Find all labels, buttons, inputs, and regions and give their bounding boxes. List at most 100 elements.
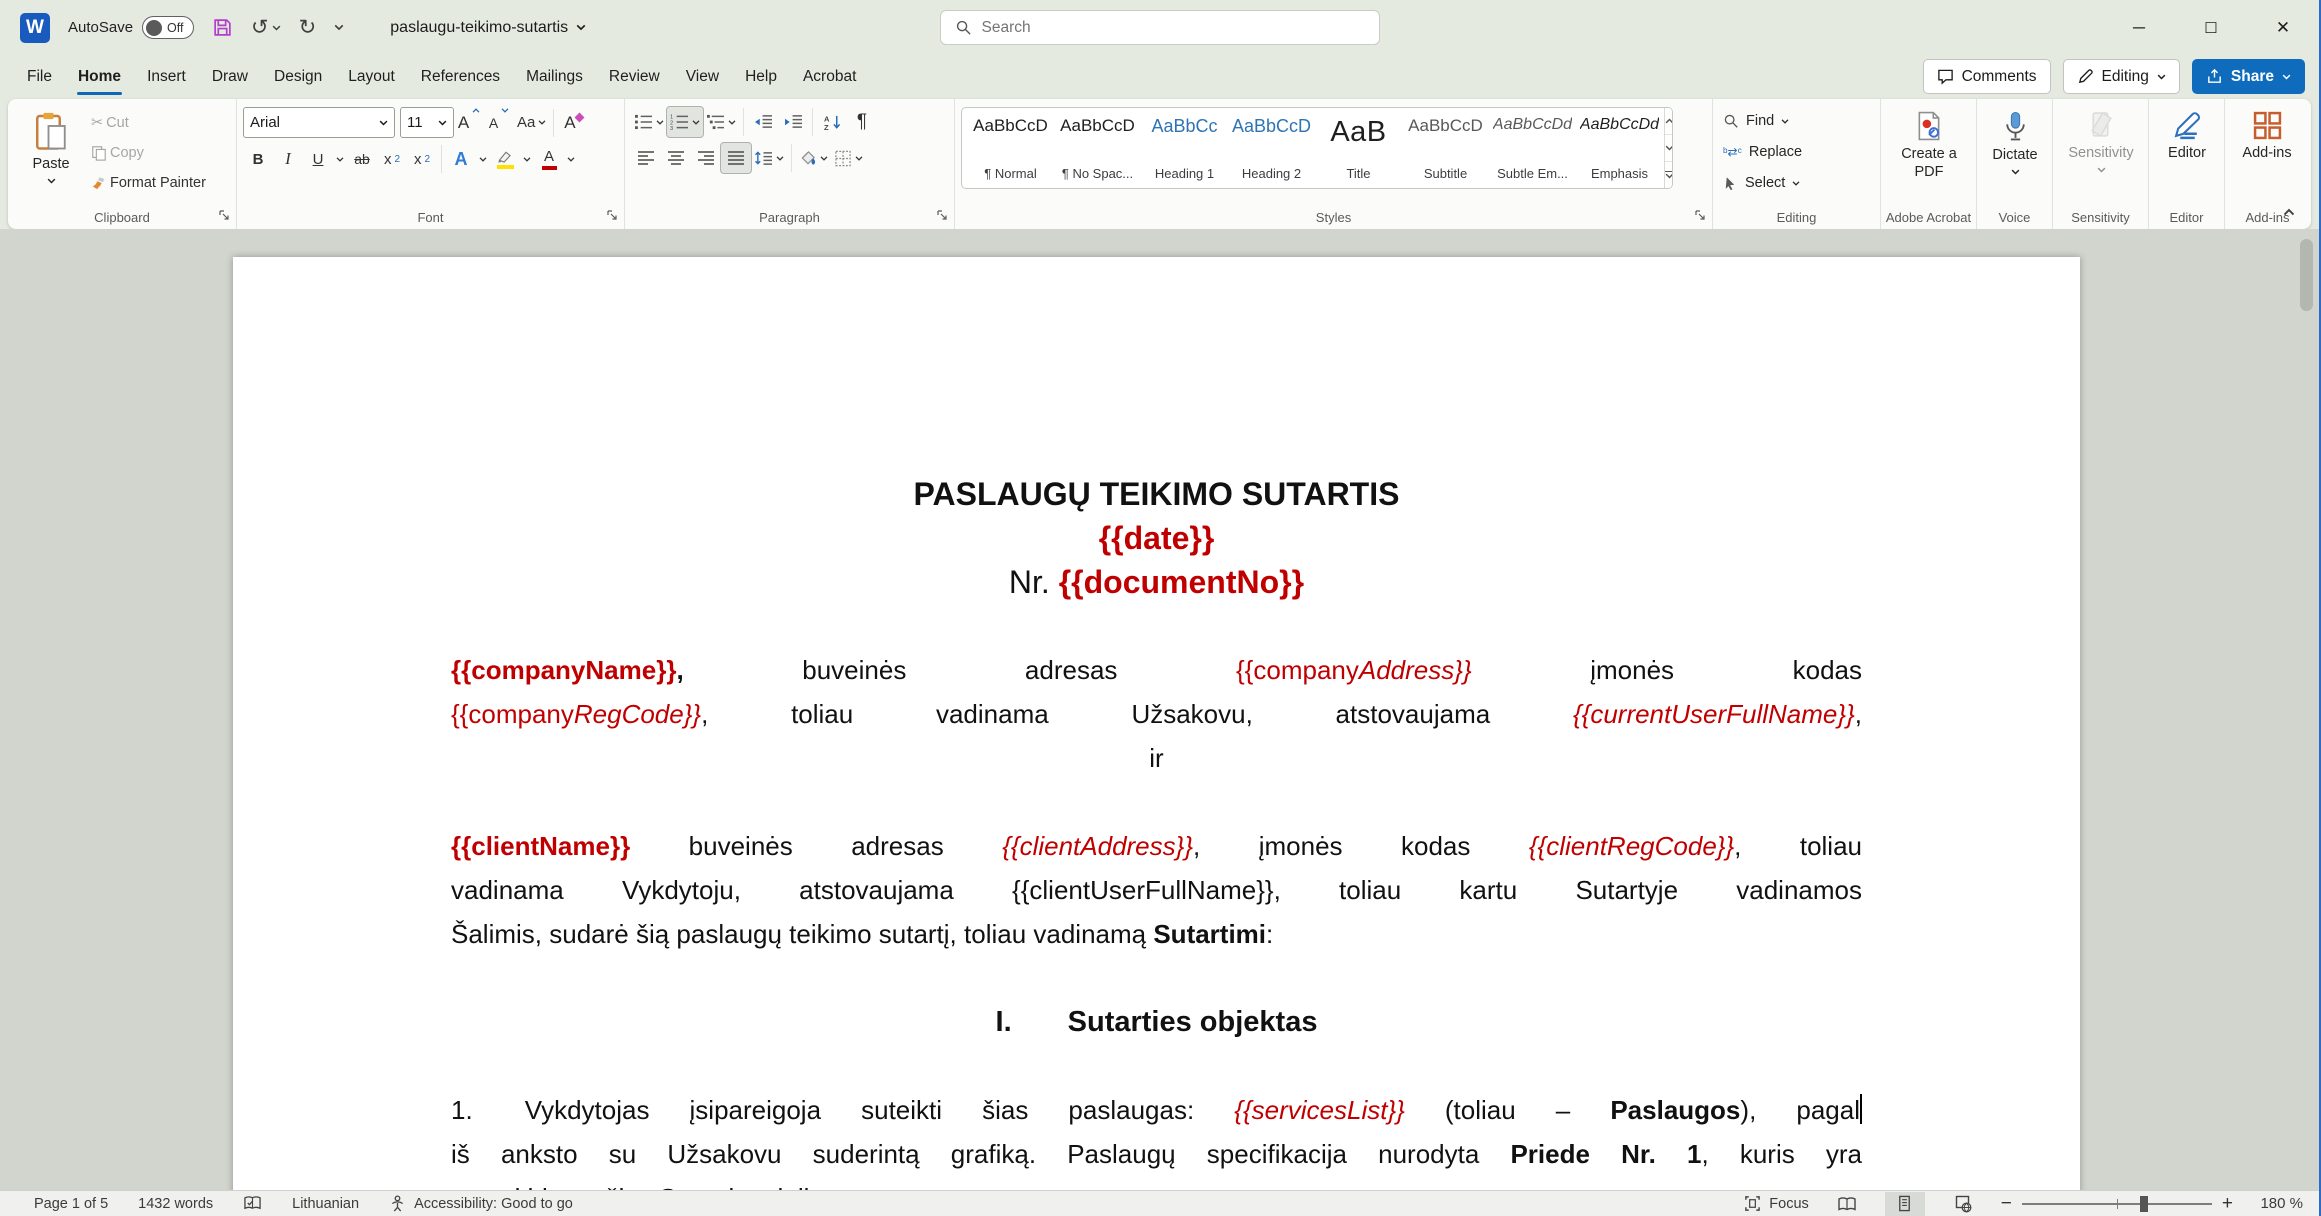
tab-help[interactable]: Help [732, 55, 790, 99]
zoom-level[interactable]: 180 % [2251, 1195, 2303, 1212]
clear-formatting-button[interactable]: A [558, 108, 588, 138]
style-no-spac[interactable]: AaBbCcD¶ No Spac... [1055, 114, 1140, 184]
style-normal[interactable]: AaBbCcD¶ Normal [968, 114, 1053, 184]
grow-font-button[interactable]: A [454, 108, 484, 138]
search-bar[interactable] [940, 10, 1380, 45]
bullets-button[interactable] [631, 107, 667, 137]
web-layout-button[interactable] [1943, 1192, 1983, 1216]
tab-acrobat[interactable]: Acrobat [790, 55, 869, 99]
increase-indent-button[interactable] [778, 107, 808, 137]
share-button[interactable]: Share [2192, 59, 2305, 94]
italic-button[interactable]: I [273, 144, 303, 174]
comments-button[interactable]: Comments [1923, 59, 2051, 94]
highlight-button[interactable] [490, 144, 520, 174]
dictate-button[interactable]: Dictate [1983, 107, 2047, 203]
text-effects-options-button[interactable] [476, 144, 490, 174]
copy-button[interactable]: Copy [88, 139, 147, 167]
sort-button[interactable] [817, 107, 847, 137]
tab-review[interactable]: Review [596, 55, 673, 99]
numbering-button[interactable] [667, 107, 703, 137]
vertical-scrollbar[interactable] [2300, 239, 2313, 311]
zoom-in-button[interactable]: + [2222, 1194, 2233, 1213]
underline-button[interactable]: U [303, 144, 333, 174]
collapse-ribbon-button[interactable] [2283, 203, 2295, 221]
font-name-combobox[interactable]: Arial [243, 107, 395, 138]
zoom-slider[interactable] [2022, 1203, 2212, 1205]
show-hide-marks-button[interactable]: ¶ [847, 107, 877, 137]
tab-mailings[interactable]: Mailings [513, 55, 596, 99]
autosave-control[interactable]: AutoSave Off [68, 16, 194, 39]
page-number-indicator[interactable]: Page 1 of 5 [34, 1196, 108, 1212]
spell-check-indicator[interactable] [243, 1195, 262, 1212]
editing-mode-button[interactable]: Editing [2063, 59, 2180, 94]
create-pdf-button[interactable]: Create a PDF [1887, 107, 1971, 203]
word-app-icon[interactable]: W [20, 13, 50, 43]
align-left-button[interactable] [631, 143, 661, 173]
clipboard-dialog-launcher[interactable] [218, 206, 230, 224]
minimize-button[interactable]: ─ [2103, 0, 2175, 55]
tab-home[interactable]: Home [65, 55, 134, 99]
search-input[interactable] [982, 19, 1322, 37]
undo-button[interactable]: ↺ [251, 17, 281, 38]
font-size-combobox[interactable]: 11 [400, 107, 454, 138]
shrink-font-button[interactable]: A [484, 108, 514, 138]
line-spacing-button[interactable] [751, 143, 787, 173]
borders-button[interactable] [831, 143, 866, 173]
justify-button[interactable] [721, 143, 751, 173]
zoom-slider-thumb[interactable] [2140, 1196, 2148, 1212]
format-painter-button[interactable]: Format Painter [88, 169, 209, 197]
underline-options-button[interactable] [333, 144, 347, 174]
shading-button[interactable] [796, 143, 831, 173]
tab-file[interactable]: File [14, 55, 65, 99]
select-button[interactable]: Select [1723, 169, 1874, 197]
sensitivity-button[interactable]: Sensitivity [2059, 107, 2143, 203]
find-button[interactable]: Find [1723, 107, 1874, 135]
tab-design[interactable]: Design [261, 55, 335, 99]
zoom-out-button[interactable]: − [2001, 1194, 2012, 1213]
tab-draw[interactable]: Draw [199, 55, 261, 99]
paragraph-dialog-launcher[interactable] [936, 206, 948, 224]
paste-button[interactable]: Paste [20, 107, 82, 203]
font-color-button[interactable]: A [534, 144, 564, 174]
maximize-button[interactable]: ☐ [2175, 0, 2247, 55]
subscript-button[interactable]: x2 [377, 144, 407, 174]
style-title[interactable]: AaBTitle [1316, 114, 1401, 184]
styles-dialog-launcher[interactable] [1694, 206, 1706, 224]
highlight-options-button[interactable] [520, 144, 534, 174]
font-color-options-button[interactable] [564, 144, 578, 174]
strikethrough-button[interactable]: ab [347, 144, 377, 174]
font-dialog-launcher[interactable] [606, 206, 618, 224]
tab-view[interactable]: View [673, 55, 732, 99]
cut-button[interactable]: ✂ Cut [88, 109, 132, 137]
read-mode-button[interactable] [1827, 1192, 1867, 1216]
style-emphasis[interactable]: AaBbCcDdEmphasis [1577, 114, 1662, 184]
editor-button[interactable]: Editor [2155, 107, 2219, 203]
bold-button[interactable]: B [243, 144, 273, 174]
word-count-indicator[interactable]: 1432 words [138, 1196, 213, 1212]
tab-insert[interactable]: Insert [134, 55, 199, 99]
document-page[interactable]: PASLAUGŲ TEIKIMO SUTARTIS{{date}}Nr. {{d… [233, 257, 2080, 1190]
styles-scroll-up-button[interactable] [1665, 108, 1673, 134]
multilevel-list-button[interactable] [703, 107, 739, 137]
change-case-button[interactable]: Aa [514, 108, 549, 138]
decrease-indent-button[interactable] [748, 107, 778, 137]
addins-button[interactable]: Add-ins [2231, 107, 2303, 203]
print-layout-button[interactable] [1885, 1192, 1925, 1216]
quick-access-overflow-button[interactable] [334, 24, 344, 31]
document-title[interactable]: paslaugu-teikimo-sutartis [390, 19, 586, 37]
style-heading-1[interactable]: AaBbCcHeading 1 [1142, 114, 1227, 184]
autosave-toggle[interactable]: Off [142, 16, 194, 39]
align-center-button[interactable] [661, 143, 691, 173]
style-subtitle[interactable]: AaBbCcDSubtitle [1403, 114, 1488, 184]
align-right-button[interactable] [691, 143, 721, 173]
replace-button[interactable]: ᵇ⇄ᶜ Replace [1723, 138, 1874, 166]
close-button[interactable]: ✕ [2247, 0, 2319, 55]
tab-layout[interactable]: Layout [335, 55, 408, 99]
style-subtle-em[interactable]: AaBbCcDdSubtle Em... [1490, 114, 1575, 184]
style-heading-2[interactable]: AaBbCcDHeading 2 [1229, 114, 1314, 184]
language-indicator[interactable]: Lithuanian [292, 1196, 359, 1212]
focus-mode-button[interactable]: Focus [1744, 1195, 1809, 1212]
tab-references[interactable]: References [408, 55, 513, 99]
save-button[interactable] [212, 17, 233, 38]
styles-expand-gallery-button[interactable] [1665, 161, 1673, 188]
